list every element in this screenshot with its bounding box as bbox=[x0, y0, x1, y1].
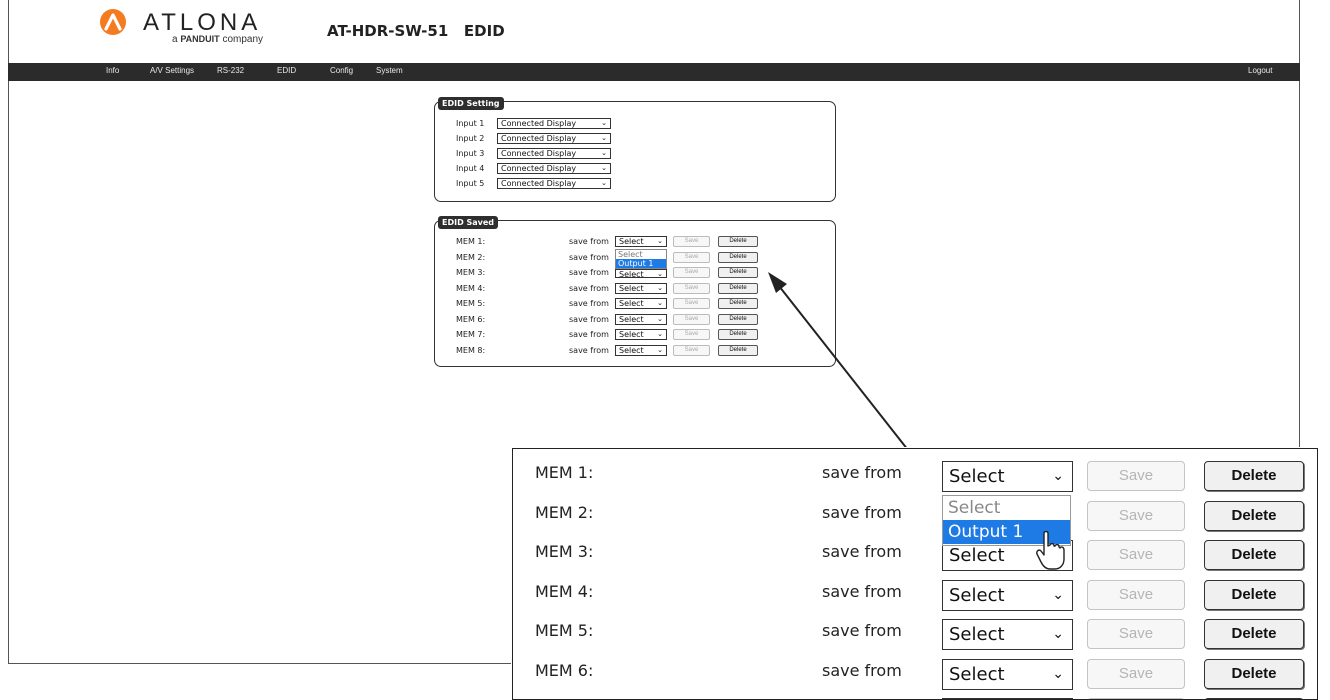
zoom-mem-1-source-select[interactable]: Select ⌄ bbox=[942, 461, 1073, 492]
chevron-down-icon: ⌄ bbox=[1052, 626, 1064, 642]
zoom-mem-5-save-button[interactable]: Save bbox=[1087, 619, 1185, 649]
zoomed-inset: MEM 1: save from Select ⌄ Save Delete MEM 2: sa… bbox=[512, 448, 1318, 700]
zoom-mem-3-source-value: Select bbox=[949, 545, 1005, 566]
zoom-dropdown-option-select[interactable]: Select bbox=[943, 496, 1070, 520]
zoom-mem-5-source-select[interactable]: Select ⌄ bbox=[942, 619, 1073, 650]
zoom-mem-4-source-select[interactable]: Select ⌄ bbox=[942, 579, 1073, 611]
zoom-mem-3-save-from-label: save from bbox=[822, 542, 902, 561]
zoom-mem-5-save-from-label: save from bbox=[822, 621, 902, 640]
zoom-mem-4-save-from-label: save from bbox=[822, 581, 902, 601]
zoom-mem-2-save-from-label: save from bbox=[822, 502, 902, 522]
zoom-mem-3-save-button[interactable]: Save bbox=[1087, 540, 1185, 570]
zoom-mem-6-delete-button[interactable]: Delete bbox=[1204, 658, 1304, 689]
zoom-mem-4-source-value: Select bbox=[949, 584, 1005, 606]
zoom-mem-6-source-select[interactable]: Select ⌄ bbox=[942, 658, 1073, 690]
zoom-mem-5-delete-button[interactable]: Delete bbox=[1204, 619, 1304, 649]
chevron-down-icon: ⌄ bbox=[1052, 665, 1064, 682]
zoom-mem-1-save-button[interactable]: Save bbox=[1087, 461, 1185, 491]
zoom-mem-3-label: MEM 3: bbox=[535, 542, 594, 561]
zoom-mem-4-save-button[interactable]: Save bbox=[1087, 579, 1185, 610]
zoom-mem-5-source-value: Select bbox=[949, 624, 1005, 645]
zoom-mem-2-delete-button[interactable]: Delete bbox=[1204, 500, 1304, 531]
mouse-cursor-icon bbox=[1036, 531, 1065, 570]
zoom-mem-1-source-value: Select bbox=[949, 466, 1005, 487]
chevron-down-icon: ⌄ bbox=[1052, 586, 1064, 603]
zoom-mem-1-save-from-label: save from bbox=[822, 463, 902, 482]
zoom-mem-5-label: MEM 5: bbox=[535, 621, 594, 640]
zoom-mem-6-label: MEM 6: bbox=[535, 660, 594, 680]
zoom-mem-3-delete-button[interactable]: Delete bbox=[1204, 540, 1304, 570]
arrow-head-icon bbox=[768, 272, 787, 293]
zoom-mem-4-label: MEM 4: bbox=[535, 581, 594, 601]
zoom-mem-1-delete-button[interactable]: Delete bbox=[1204, 461, 1304, 491]
zoom-mem-2-save-button[interactable]: Save bbox=[1087, 500, 1185, 531]
chevron-down-icon: ⌄ bbox=[1052, 468, 1064, 484]
zoom-mem-6-save-from-label: save from bbox=[822, 660, 902, 680]
zoom-mem-6-source-value: Select bbox=[949, 663, 1005, 685]
zoom-mem-1-label: MEM 1: bbox=[535, 463, 594, 482]
zoom-mem-4-delete-button[interactable]: Delete bbox=[1204, 579, 1304, 610]
zoom-mem-2-label: MEM 2: bbox=[535, 502, 594, 522]
zoom-mem-6-save-button[interactable]: Save bbox=[1087, 658, 1185, 689]
